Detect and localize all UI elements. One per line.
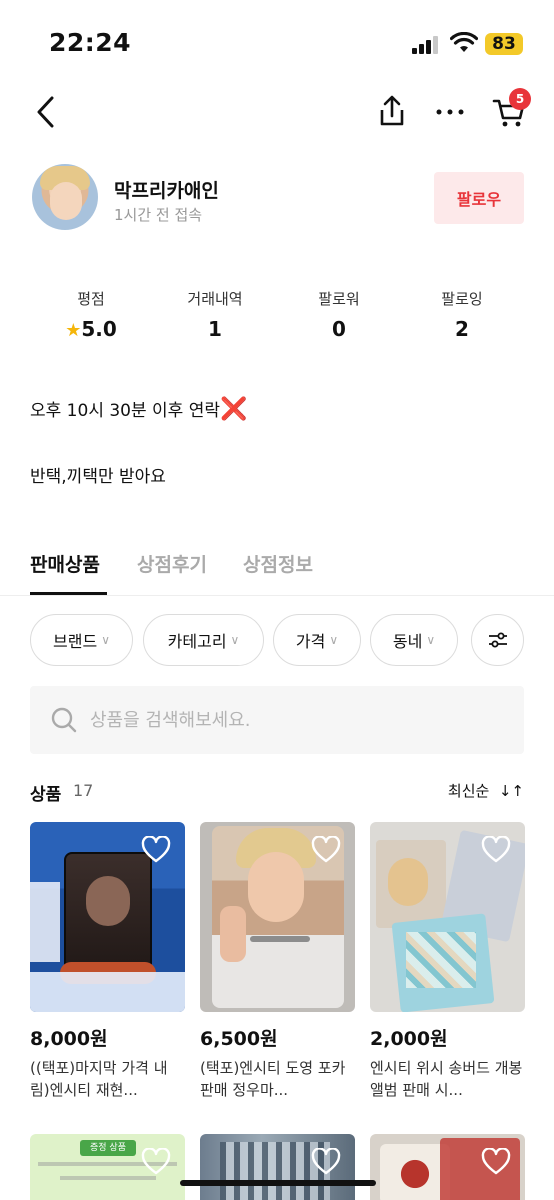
shop-tabs: 판매상품 상점후기 상점정보 <box>0 540 554 596</box>
avatar[interactable] <box>32 164 98 230</box>
product-price: 2,000원 <box>370 1028 448 1050</box>
list-title: 상품 <box>30 785 62 805</box>
tab-shop-info[interactable]: 상점정보 <box>243 550 313 577</box>
filter-label: 카테고리 <box>167 632 227 651</box>
signal-icon <box>412 36 440 54</box>
heart-icon[interactable] <box>311 836 341 864</box>
follow-button[interactable]: 팔로우 <box>434 172 524 224</box>
stat-following[interactable]: 팔로잉 2 <box>400 288 524 341</box>
product-image[interactable] <box>370 1134 525 1200</box>
product-title: 엔시티 위시 송버드 개봉앨범 판매 시... <box>370 1059 523 1099</box>
heart-icon[interactable] <box>481 836 511 864</box>
chevron-down-icon: ∨ <box>101 633 110 647</box>
stat-label: 평점 <box>77 290 105 308</box>
bio-line: 반택,끼택만 받아요 <box>30 467 166 487</box>
filter-label: 가격 <box>295 632 326 651</box>
bio-text: 오후 10시 30분 이후 연락 <box>30 401 220 421</box>
heart-icon[interactable] <box>481 1148 511 1176</box>
cart-count-badge: 5 <box>509 88 531 110</box>
top-nav <box>0 80 554 144</box>
stat-label: 팔로워 <box>318 290 360 308</box>
stat-value: 1 <box>208 317 222 341</box>
tab-reviews[interactable]: 상점후기 <box>137 550 207 577</box>
product-title: (택포)엔시티 도영 포카 판매 정우마... <box>200 1059 346 1099</box>
last-seen: 1시간 전 접속 <box>114 206 203 224</box>
more-icon[interactable] <box>430 92 470 132</box>
home-indicator <box>180 1180 376 1186</box>
status-time: 22:24 <box>49 28 132 57</box>
chevron-down-icon: ∨ <box>230 633 240 647</box>
shop-stats: 평점 ★5.0 거래내역 1 팔로워 0 팔로잉 2 <box>0 288 554 348</box>
product-search <box>30 686 524 754</box>
heart-icon[interactable] <box>141 1148 171 1176</box>
filter-label: 브랜드 <box>53 632 98 651</box>
back-icon[interactable] <box>28 92 68 132</box>
promo-badge: 증정 상품 <box>80 1140 136 1156</box>
product-card[interactable]: 6,500원 (택포)엔시티 도영 포카 판매 정우마... <box>200 822 355 1101</box>
filter-category[interactable]: 카테고리 ∨ <box>143 614 264 666</box>
sort-arrows-icon: ↓↑ <box>494 782 524 800</box>
chevron-down-icon: ∨ <box>329 633 339 647</box>
product-card[interactable]: 2,000원 엔시티 위시 송버드 개봉앨범 판매 시... <box>370 822 525 1101</box>
search-icon <box>51 707 77 733</box>
product-card[interactable]: 8,000원 ((택포)마지막 가격 내림)엔시티 재현... <box>30 822 185 1101</box>
bio-line: 오후 10시 30분 이후 연락❌ <box>30 396 247 422</box>
stat-label: 거래내역 <box>187 290 243 308</box>
active-tab-indicator <box>30 592 107 595</box>
tab-products[interactable]: 판매상품 <box>30 550 100 577</box>
shop-name: 막프리카애인 <box>114 180 219 202</box>
product-price: 8,000원 <box>30 1028 108 1050</box>
product-image <box>370 822 525 1012</box>
product-price: 6,500원 <box>200 1028 278 1050</box>
filter-neighborhood[interactable]: 동네 ∨ <box>370 614 458 666</box>
wifi-icon <box>450 32 478 52</box>
chevron-down-icon: ∨ <box>426 633 436 647</box>
status-bar: 22:24 83 <box>0 0 554 80</box>
product-title: ((택포)마지막 가격 내림)엔시티 재현... <box>30 1059 168 1099</box>
heart-icon[interactable] <box>311 1148 341 1176</box>
sort-button[interactable]: 최신순 ↓↑ <box>448 780 524 801</box>
stat-rating[interactable]: 평점 ★5.0 <box>29 288 153 341</box>
stat-label: 팔로잉 <box>441 290 483 308</box>
stat-value: 0 <box>332 317 346 341</box>
stat-transactions[interactable]: 거래내역 1 <box>153 288 277 341</box>
sort-label: 최신순 <box>447 782 490 800</box>
product-image[interactable]: 증정 상품 <box>30 1134 185 1200</box>
filter-price[interactable]: 가격 ∨ <box>273 614 361 666</box>
stat-value: 2 <box>455 317 469 341</box>
shop-profile: 막프리카애인 1시간 전 접속 팔로우 <box>0 160 554 240</box>
product-grid-row-2: 증정 상품 <box>30 1134 525 1200</box>
product-list-header: 상품 17 최신순 ↓↑ <box>30 778 524 806</box>
battery-indicator: 83 <box>485 33 523 55</box>
product-image <box>30 822 185 1012</box>
product-image <box>200 822 355 1012</box>
star-icon: ★ <box>65 320 82 341</box>
share-icon[interactable] <box>372 92 412 132</box>
cross-mark-icon: ❌ <box>220 397 248 422</box>
stat-followers[interactable]: 팔로워 0 <box>277 288 401 341</box>
filter-bar: 브랜드 ∨ 카테고리 ∨ 가격 ∨ 동네 ∨ <box>0 614 554 666</box>
search-input[interactable] <box>90 686 510 754</box>
sliders-icon <box>488 632 507 648</box>
product-count: 17 <box>73 781 94 800</box>
stat-value: 5.0 <box>81 317 117 341</box>
filter-brand[interactable]: 브랜드 ∨ <box>30 614 133 666</box>
filter-label: 동네 <box>392 632 423 651</box>
product-image[interactable] <box>200 1134 355 1200</box>
heart-icon[interactable] <box>141 836 171 864</box>
filter-settings-button[interactable] <box>471 614 524 666</box>
